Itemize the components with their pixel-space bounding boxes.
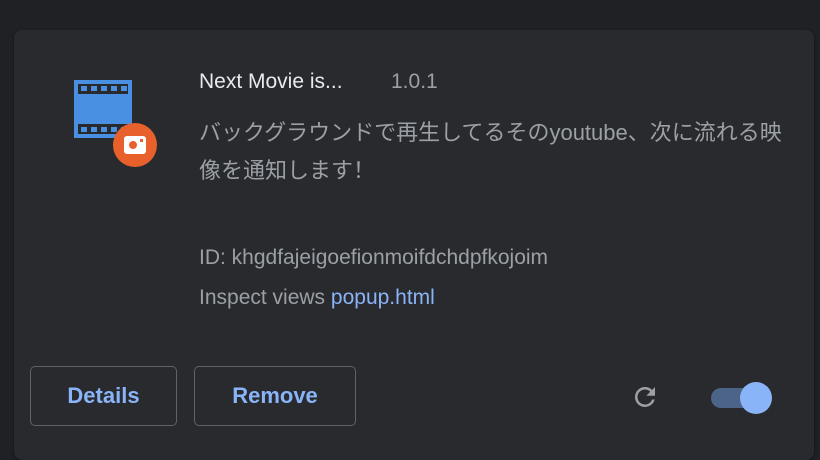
- extension-description: バックグラウンドで再生してるそのyoutube、次に流れる映像を通知します！: [199, 120, 782, 183]
- inspect-views: Inspect views popup.html: [199, 286, 435, 310]
- inspect-views-label: Inspect views: [199, 286, 326, 309]
- extension-version: 1.0.1: [391, 70, 438, 93]
- enable-toggle[interactable]: [711, 381, 775, 415]
- reload-icon[interactable]: [630, 382, 660, 412]
- extension-card: Next Movie is... 1.0.1 バックグラウンドで再生してるそのy…: [14, 30, 814, 460]
- extension-id: ID: khgdfajeigoefionmoifdchdpfkojoim: [199, 246, 549, 269]
- toggle-knob: [740, 382, 772, 414]
- extension-name: Next Movie is...: [199, 70, 343, 93]
- play-badge-icon: [113, 123, 157, 167]
- details-button[interactable]: Details: [30, 366, 177, 426]
- remove-button[interactable]: Remove: [194, 366, 356, 426]
- extension-icon: [74, 80, 164, 170]
- inspect-popup-link[interactable]: popup.html: [331, 286, 435, 309]
